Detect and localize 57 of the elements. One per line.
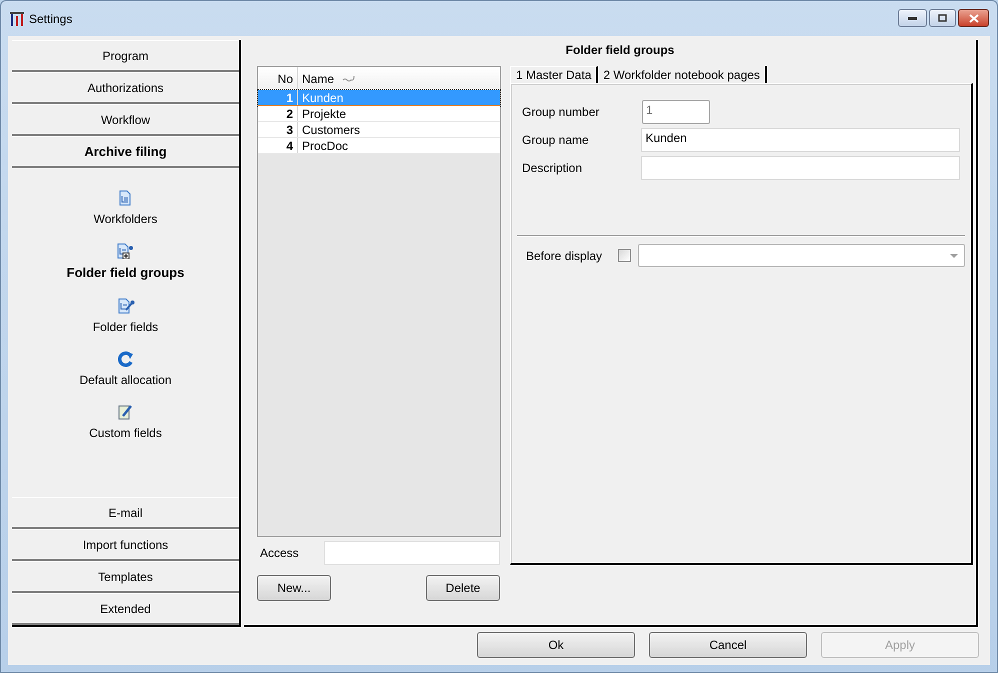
delete-button[interactable]: Delete [426,575,500,601]
before-display-dropdown[interactable] [638,244,965,267]
name-cell-text: Projekte [301,106,346,122]
squiggle-icon [342,74,356,82]
document-icon [118,190,132,206]
nav-section-button[interactable]: Templates [12,561,239,593]
nav-section-button[interactable]: Program [12,40,239,72]
input-field[interactable] [641,156,960,180]
window-title: Settings [29,10,72,28]
document-edit-icon [116,298,134,314]
access-field[interactable] [324,541,500,565]
field-label: Description [522,160,584,177]
refresh-icon [118,350,134,366]
field-label: Group name [522,132,590,149]
name-cell-text: Customers [301,122,360,138]
list-row[interactable]: 2 Projekte [258,106,500,122]
number-cell: 3 [258,122,298,137]
minimize-button[interactable] [898,9,927,27]
nav-section-button[interactable]: Archive filing [12,136,239,168]
nav-section-button[interactable]: E-mail [12,497,239,529]
nav-item[interactable]: Folder field groups [66,263,184,282]
dialog-button[interactable]: Cancel [649,632,807,658]
close-icon [968,14,978,22]
new-button[interactable]: New... [257,575,331,601]
tab[interactable]: 1 Master Data [510,66,598,83]
nav-item[interactable]: Workfolders [94,210,158,228]
list-row[interactable]: 3 Customers [258,122,500,138]
number-cell: 1 [258,90,298,105]
close-button[interactable] [958,9,989,27]
input-field[interactable]: 1 [642,100,710,124]
field-label: Group number [522,104,600,121]
panel-title: Folder field groups [564,42,676,59]
name-cell-text: Kunden [301,90,344,106]
maximize-icon [938,14,947,22]
number-cell: 4 [258,138,298,153]
column-header[interactable]: Name [298,70,334,88]
dialog-button[interactable]: Ok [477,632,635,658]
notepad-pencil-icon [117,404,134,420]
nav-section-button[interactable]: Workflow [12,104,239,136]
document-add-icon [116,243,134,259]
before-display-checkbox[interactable] [618,249,631,262]
nav-section-button[interactable]: Authorizations [12,72,239,104]
maximize-button[interactable] [929,9,956,27]
access-label: Access [259,545,300,562]
list-row[interactable]: 4 ProcDoc [258,138,500,154]
nav-section-button[interactable]: Extended [12,593,239,625]
dropdown-arrow-icon [950,254,958,258]
nav-item[interactable]: Custom fields [89,424,162,442]
nav-section-button[interactable]: Import functions [12,529,239,561]
nav-item[interactable]: Folder fields [92,318,158,336]
number-cell: 2 [258,106,298,121]
nav-item[interactable]: Default allocation [79,370,172,388]
before-display-label: Before display [525,248,604,264]
input-field[interactable]: Kunden [641,128,960,152]
tools-icon [9,10,25,26]
name-cell-text: ProcDoc [301,138,348,154]
minimize-icon [908,16,917,20]
